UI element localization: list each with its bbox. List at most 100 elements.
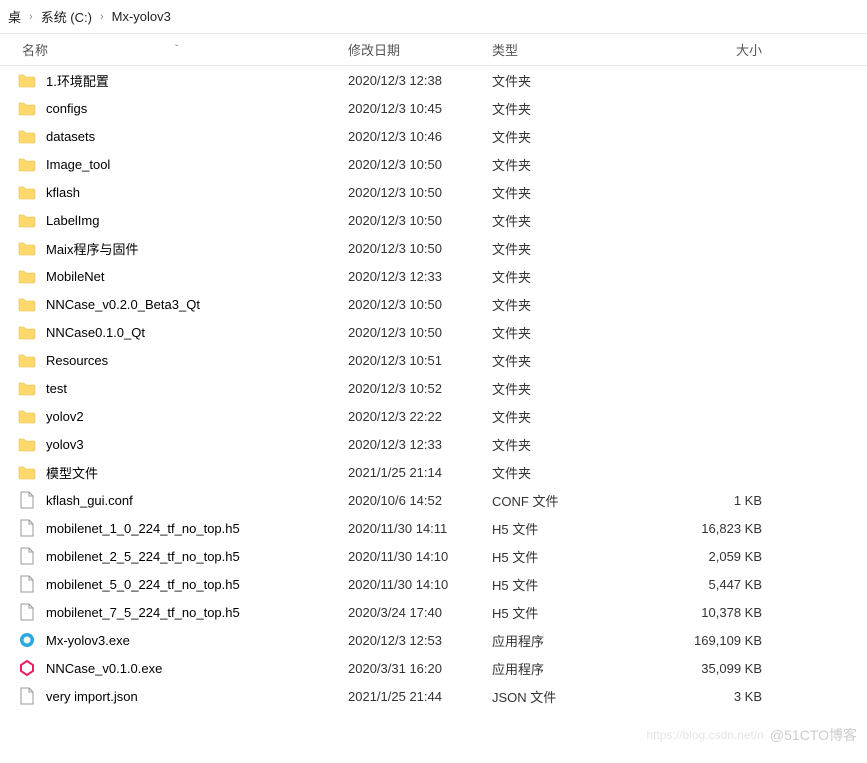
file-row[interactable]: Mx-yolov3.exe2020/12/3 12:53应用程序169,109 … [0, 626, 867, 654]
file-type: 文件夹 [492, 351, 642, 370]
file-row[interactable]: yolov22020/12/3 22:22文件夹 [0, 402, 867, 430]
file-date: 2020/12/3 10:50 [348, 325, 492, 340]
file-date: 2020/12/3 12:38 [348, 73, 492, 88]
file-size: 169,109 KB [642, 633, 802, 648]
file-row[interactable]: 模型文件2021/1/25 21:14文件夹 [0, 458, 867, 486]
folder-icon [18, 323, 36, 341]
file-row[interactable]: mobilenet_7_5_224_tf_no_top.h52020/3/24 … [0, 598, 867, 626]
file-row[interactable]: kflash2020/12/3 10:50文件夹 [0, 178, 867, 206]
breadcrumb-seg-1[interactable]: 系统 (C:) [41, 7, 92, 26]
folder-icon [18, 239, 36, 257]
file-date: 2020/12/3 10:52 [348, 381, 492, 396]
folder-icon [18, 267, 36, 285]
file-row[interactable]: mobilenet_2_5_224_tf_no_top.h52020/11/30… [0, 542, 867, 570]
breadcrumb[interactable]: 桌 › 系统 (C:) › Mx-yolov3 [0, 0, 867, 34]
column-header-date[interactable]: 修改日期 [348, 40, 492, 59]
file-name: 模型文件 [46, 463, 348, 482]
file-date: 2020/12/3 12:33 [348, 269, 492, 284]
folder-icon [18, 71, 36, 89]
file-name: NNCase_v0.1.0.exe [46, 661, 348, 676]
file-type: 文件夹 [492, 267, 642, 286]
file-row[interactable]: configs2020/12/3 10:45文件夹 [0, 94, 867, 122]
file-row[interactable]: Maix程序与固件2020/12/3 10:50文件夹 [0, 234, 867, 262]
folder-icon [18, 379, 36, 397]
file-row[interactable]: mobilenet_5_0_224_tf_no_top.h52020/11/30… [0, 570, 867, 598]
file-row[interactable]: very import.json2021/1/25 21:44JSON 文件3 … [0, 682, 867, 710]
column-header-size[interactable]: 大小 [642, 40, 802, 59]
folder-icon [18, 295, 36, 313]
file-name: Mx-yolov3.exe [46, 633, 348, 648]
file-type: 文件夹 [492, 183, 642, 202]
file-type: 应用程序 [492, 631, 642, 650]
file-name: Image_tool [46, 157, 348, 172]
watermark-text: @51CTO博客 [770, 725, 857, 745]
file-date: 2020/3/31 16:20 [348, 661, 492, 676]
column-header-row: 名称 ˇ 修改日期 类型 大小 [0, 34, 867, 66]
folder-icon [18, 463, 36, 481]
file-type: H5 文件 [492, 603, 642, 622]
file-row[interactable]: test2020/12/3 10:52文件夹 [0, 374, 867, 402]
file-icon [18, 603, 36, 621]
file-date: 2020/12/3 12:53 [348, 633, 492, 648]
column-header-name[interactable]: 名称 ˇ [0, 40, 348, 59]
file-row[interactable]: mobilenet_1_0_224_tf_no_top.h52020/11/30… [0, 514, 867, 542]
file-date: 2020/12/3 10:50 [348, 241, 492, 256]
file-icon [18, 687, 36, 705]
file-name: MobileNet [46, 269, 348, 284]
folder-icon [18, 155, 36, 173]
file-size: 2,059 KB [642, 549, 802, 564]
folder-icon [18, 99, 36, 117]
file-date: 2020/10/6 14:52 [348, 493, 492, 508]
file-icon [18, 547, 36, 565]
file-type: 文件夹 [492, 155, 642, 174]
file-type: H5 文件 [492, 519, 642, 538]
application-icon [18, 631, 36, 649]
column-header-name-label: 名称 [22, 40, 48, 59]
folder-icon [18, 351, 36, 369]
file-name: mobilenet_1_0_224_tf_no_top.h5 [46, 521, 348, 536]
file-icon [18, 491, 36, 509]
file-type: 文件夹 [492, 295, 642, 314]
file-row[interactable]: NNCase_v0.1.0.exe2020/3/31 16:20应用程序35,0… [0, 654, 867, 682]
file-date: 2020/12/3 12:33 [348, 437, 492, 452]
file-type: 文件夹 [492, 211, 642, 230]
file-name: very import.json [46, 689, 348, 704]
folder-icon [18, 211, 36, 229]
file-type: H5 文件 [492, 575, 642, 594]
file-size: 16,823 KB [642, 521, 802, 536]
file-icon [18, 519, 36, 537]
file-name: LabelImg [46, 213, 348, 228]
file-list: 1.环境配置2020/12/3 12:38文件夹configs2020/12/3… [0, 66, 867, 710]
file-name: datasets [46, 129, 348, 144]
file-type: 文件夹 [492, 379, 642, 398]
file-name: Maix程序与固件 [46, 239, 348, 258]
file-row[interactable]: yolov32020/12/3 12:33文件夹 [0, 430, 867, 458]
file-row[interactable]: MobileNet2020/12/3 12:33文件夹 [0, 262, 867, 290]
breadcrumb-seg-0[interactable]: 桌 [8, 7, 21, 26]
file-name: test [46, 381, 348, 396]
file-row[interactable]: Resources2020/12/3 10:51文件夹 [0, 346, 867, 374]
file-type: 文件夹 [492, 71, 642, 90]
file-name: mobilenet_5_0_224_tf_no_top.h5 [46, 577, 348, 592]
file-row[interactable]: NNCase_v0.2.0_Beta3_Qt2020/12/3 10:50文件夹 [0, 290, 867, 318]
file-name: mobilenet_2_5_224_tf_no_top.h5 [46, 549, 348, 564]
column-header-type[interactable]: 类型 [492, 40, 642, 59]
file-row[interactable]: NNCase0.1.0_Qt2020/12/3 10:50文件夹 [0, 318, 867, 346]
file-row[interactable]: kflash_gui.conf2020/10/6 14:52CONF 文件1 K… [0, 486, 867, 514]
chevron-right-icon: › [29, 11, 33, 23]
file-date: 2020/11/30 14:11 [348, 521, 492, 536]
file-row[interactable]: 1.环境配置2020/12/3 12:38文件夹 [0, 66, 867, 94]
file-name: NNCase_v0.2.0_Beta3_Qt [46, 297, 348, 312]
breadcrumb-seg-2[interactable]: Mx-yolov3 [112, 9, 171, 24]
application-icon [18, 659, 36, 677]
watermark: https://blog.csdn.net/n @51CTO博客 [646, 725, 857, 745]
file-row[interactable]: LabelImg2020/12/3 10:50文件夹 [0, 206, 867, 234]
watermark-csdn: https://blog.csdn.net/n [646, 728, 763, 742]
sort-indicator-icon: ˇ [175, 44, 178, 55]
file-row[interactable]: datasets2020/12/3 10:46文件夹 [0, 122, 867, 150]
file-date: 2020/12/3 10:51 [348, 353, 492, 368]
file-size: 3 KB [642, 689, 802, 704]
file-date: 2020/11/30 14:10 [348, 549, 492, 564]
folder-icon [18, 127, 36, 145]
file-row[interactable]: Image_tool2020/12/3 10:50文件夹 [0, 150, 867, 178]
